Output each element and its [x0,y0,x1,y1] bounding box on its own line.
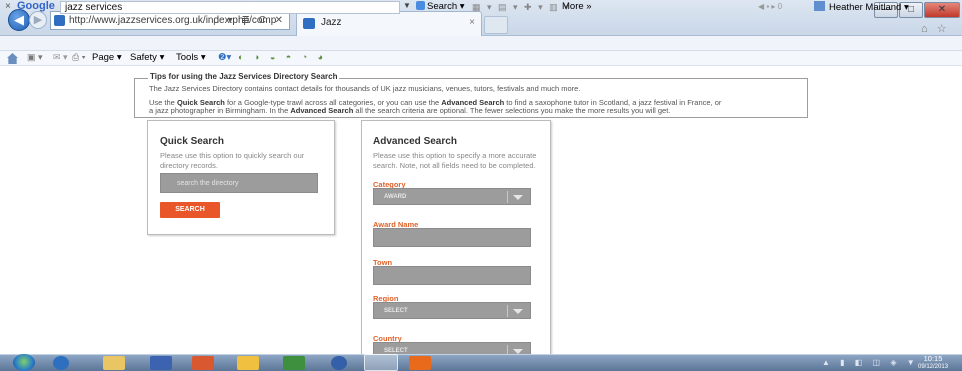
toolbar-indicator: ◀ ▪ ▸ 0 [758,2,783,11]
clock-time: 10:15 [923,354,943,363]
system-tray-icons[interactable]: ▲ ▮ ◧ ◫ ◈ ▼ [822,358,919,367]
explorer-folder-icon[interactable] [103,356,125,370]
google-toolbar-close-icon[interactable]: × [5,1,11,12]
ie-taskbar-icon[interactable] [53,356,69,370]
chevron-down-icon[interactable]: ▼ [403,1,411,10]
browser-tab[interactable]: Jazz × [296,11,482,36]
search-button[interactable]: SEARCH [160,202,220,218]
excel-icon[interactable] [283,356,305,370]
quick-search-title: Quick Search [160,136,224,147]
google-logo: Google [17,0,55,12]
chevron-down-icon [513,309,523,314]
outlook-icon[interactable] [237,356,259,370]
back-button[interactable]: ◀ [8,9,30,31]
tools-menu[interactable]: Tools ▾ [176,52,206,63]
tips-text-line1: The Jazz Services Directory contains con… [149,84,581,93]
feeds-icon[interactable]: ▣ ▾ [27,52,43,63]
quick-search-description: Please use this option to quickly search… [160,151,305,170]
tips-title: Tips for using the Jazz Services Directo… [148,72,340,81]
town-input[interactable] [373,266,531,285]
browser-taskbar-icon[interactable] [331,356,347,370]
category-select[interactable]: AWARD [373,188,531,205]
quick-search-input[interactable]: search the directory [160,173,318,193]
address-controls[interactable]: ρ ▾ ≣ C ✕ [213,12,286,29]
region-select[interactable]: SELECT [373,302,531,319]
print-icon[interactable]: ⎙ ▾ [72,52,85,63]
close-window-button[interactable]: ✕ [924,2,960,18]
chevron-down-icon [513,195,523,200]
google-search-label: Search [427,1,458,12]
app-taskbar-icon[interactable] [409,356,431,370]
taskbar-clock[interactable]: 10:15 09/12/2013 [918,355,948,371]
tips-text-line3: a jazz photographer in Birmingham. In th… [149,106,671,115]
safety-menu[interactable]: Safety ▾ [130,52,164,63]
addon-icons[interactable]: ◐ ◑ ◒ ◓ ◔ ◕ [238,52,327,62]
help-icon[interactable]: ❷▾ [218,52,231,63]
advanced-search-emphasis: Advanced Search [290,106,354,115]
word-icon[interactable] [150,356,172,370]
taskbar [0,354,962,371]
google-toolbar [0,36,962,51]
google-search-input[interactable]: jazz services [60,1,400,14]
new-tab-button[interactable] [484,16,508,34]
user-name: Heather Maitland [829,2,902,13]
active-ie-window-icon[interactable] [364,354,398,371]
mail-icon[interactable]: ✉ ▾ [53,52,68,63]
google-more-button[interactable]: More » [562,1,592,12]
user-account-button[interactable]: Heather Maitland ▾ [814,1,909,13]
toolbar-icons[interactable]: ▦ ▾ ▤ ▾ ✚ ▾ ▥ ▾ [472,2,571,13]
region-value: SELECT [384,308,408,314]
tab-title: Jazz [321,17,342,28]
forward-button[interactable]: ▶ [29,11,47,29]
start-button[interactable] [13,354,35,371]
clock-date: 09/12/2013 [918,364,949,370]
search-icon [416,1,425,10]
user-icon [814,1,825,11]
advanced-search-title: Advanced Search [373,136,457,147]
powerpoint-icon[interactable] [192,356,214,370]
page-menu[interactable]: Page ▾ [92,52,122,63]
advanced-search-description: Please use this option to specify a more… [373,151,537,170]
google-search-button[interactable]: Search ▾ [416,1,465,12]
tab-close-icon[interactable]: × [469,17,475,28]
award-name-input[interactable] [373,228,531,247]
site-favicon-icon [54,15,65,26]
category-value: AWARD [384,194,407,200]
tab-favicon-icon [303,18,315,29]
